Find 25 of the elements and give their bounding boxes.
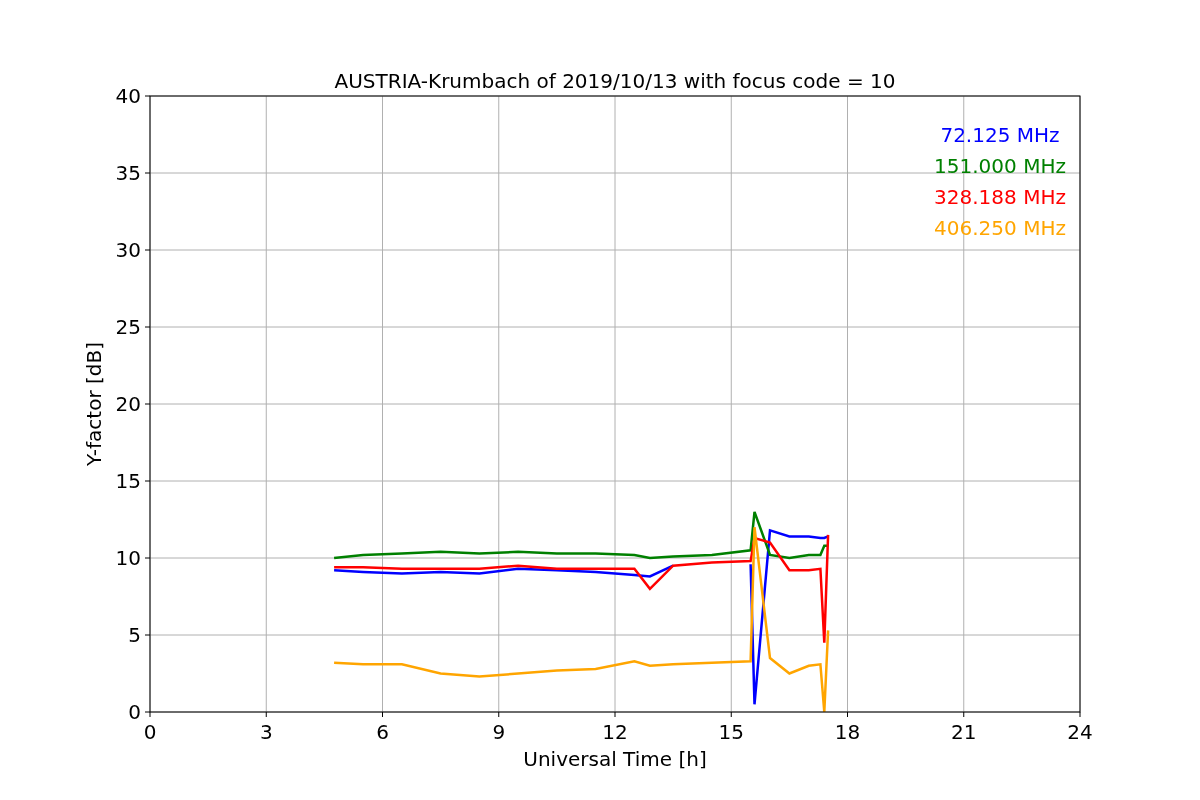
x-tick-label: 24 <box>1067 720 1093 744</box>
legend-label: 328.188 MHz <box>934 185 1066 209</box>
y-tick-label: 0 <box>128 700 141 724</box>
y-tick-label: 35 <box>115 161 141 185</box>
y-tick-label: 20 <box>115 392 141 416</box>
x-axis-label: Universal Time [h] <box>523 747 707 771</box>
x-tick-label: 6 <box>376 720 389 744</box>
x-tick-label: 21 <box>951 720 977 744</box>
y-axis-label: Y-factor [dB] <box>82 342 106 466</box>
x-tick-label: 12 <box>602 720 628 744</box>
legend-label: 151.000 MHz <box>934 154 1066 178</box>
x-tick-label: 9 <box>492 720 506 744</box>
legend-label: 72.125 MHz <box>940 123 1060 147</box>
x-tick-label: 0 <box>143 720 157 744</box>
y-tick-label: 40 <box>115 84 141 108</box>
y-tick-label: 30 <box>115 238 141 262</box>
y-tick-label: 25 <box>115 315 141 339</box>
x-tick-label: 15 <box>718 720 744 744</box>
y-tick-label: 10 <box>115 546 141 570</box>
x-tick-label: 3 <box>259 720 273 744</box>
legend-label: 406.250 MHz <box>934 216 1066 240</box>
y-tick-label: 15 <box>115 469 141 493</box>
x-tick-label: 18 <box>834 720 861 744</box>
y-tick-label: 5 <box>128 623 141 647</box>
chart-title: AUSTRIA-Krumbach of 2019/10/13 with focus code = 10 <box>334 69 896 93</box>
